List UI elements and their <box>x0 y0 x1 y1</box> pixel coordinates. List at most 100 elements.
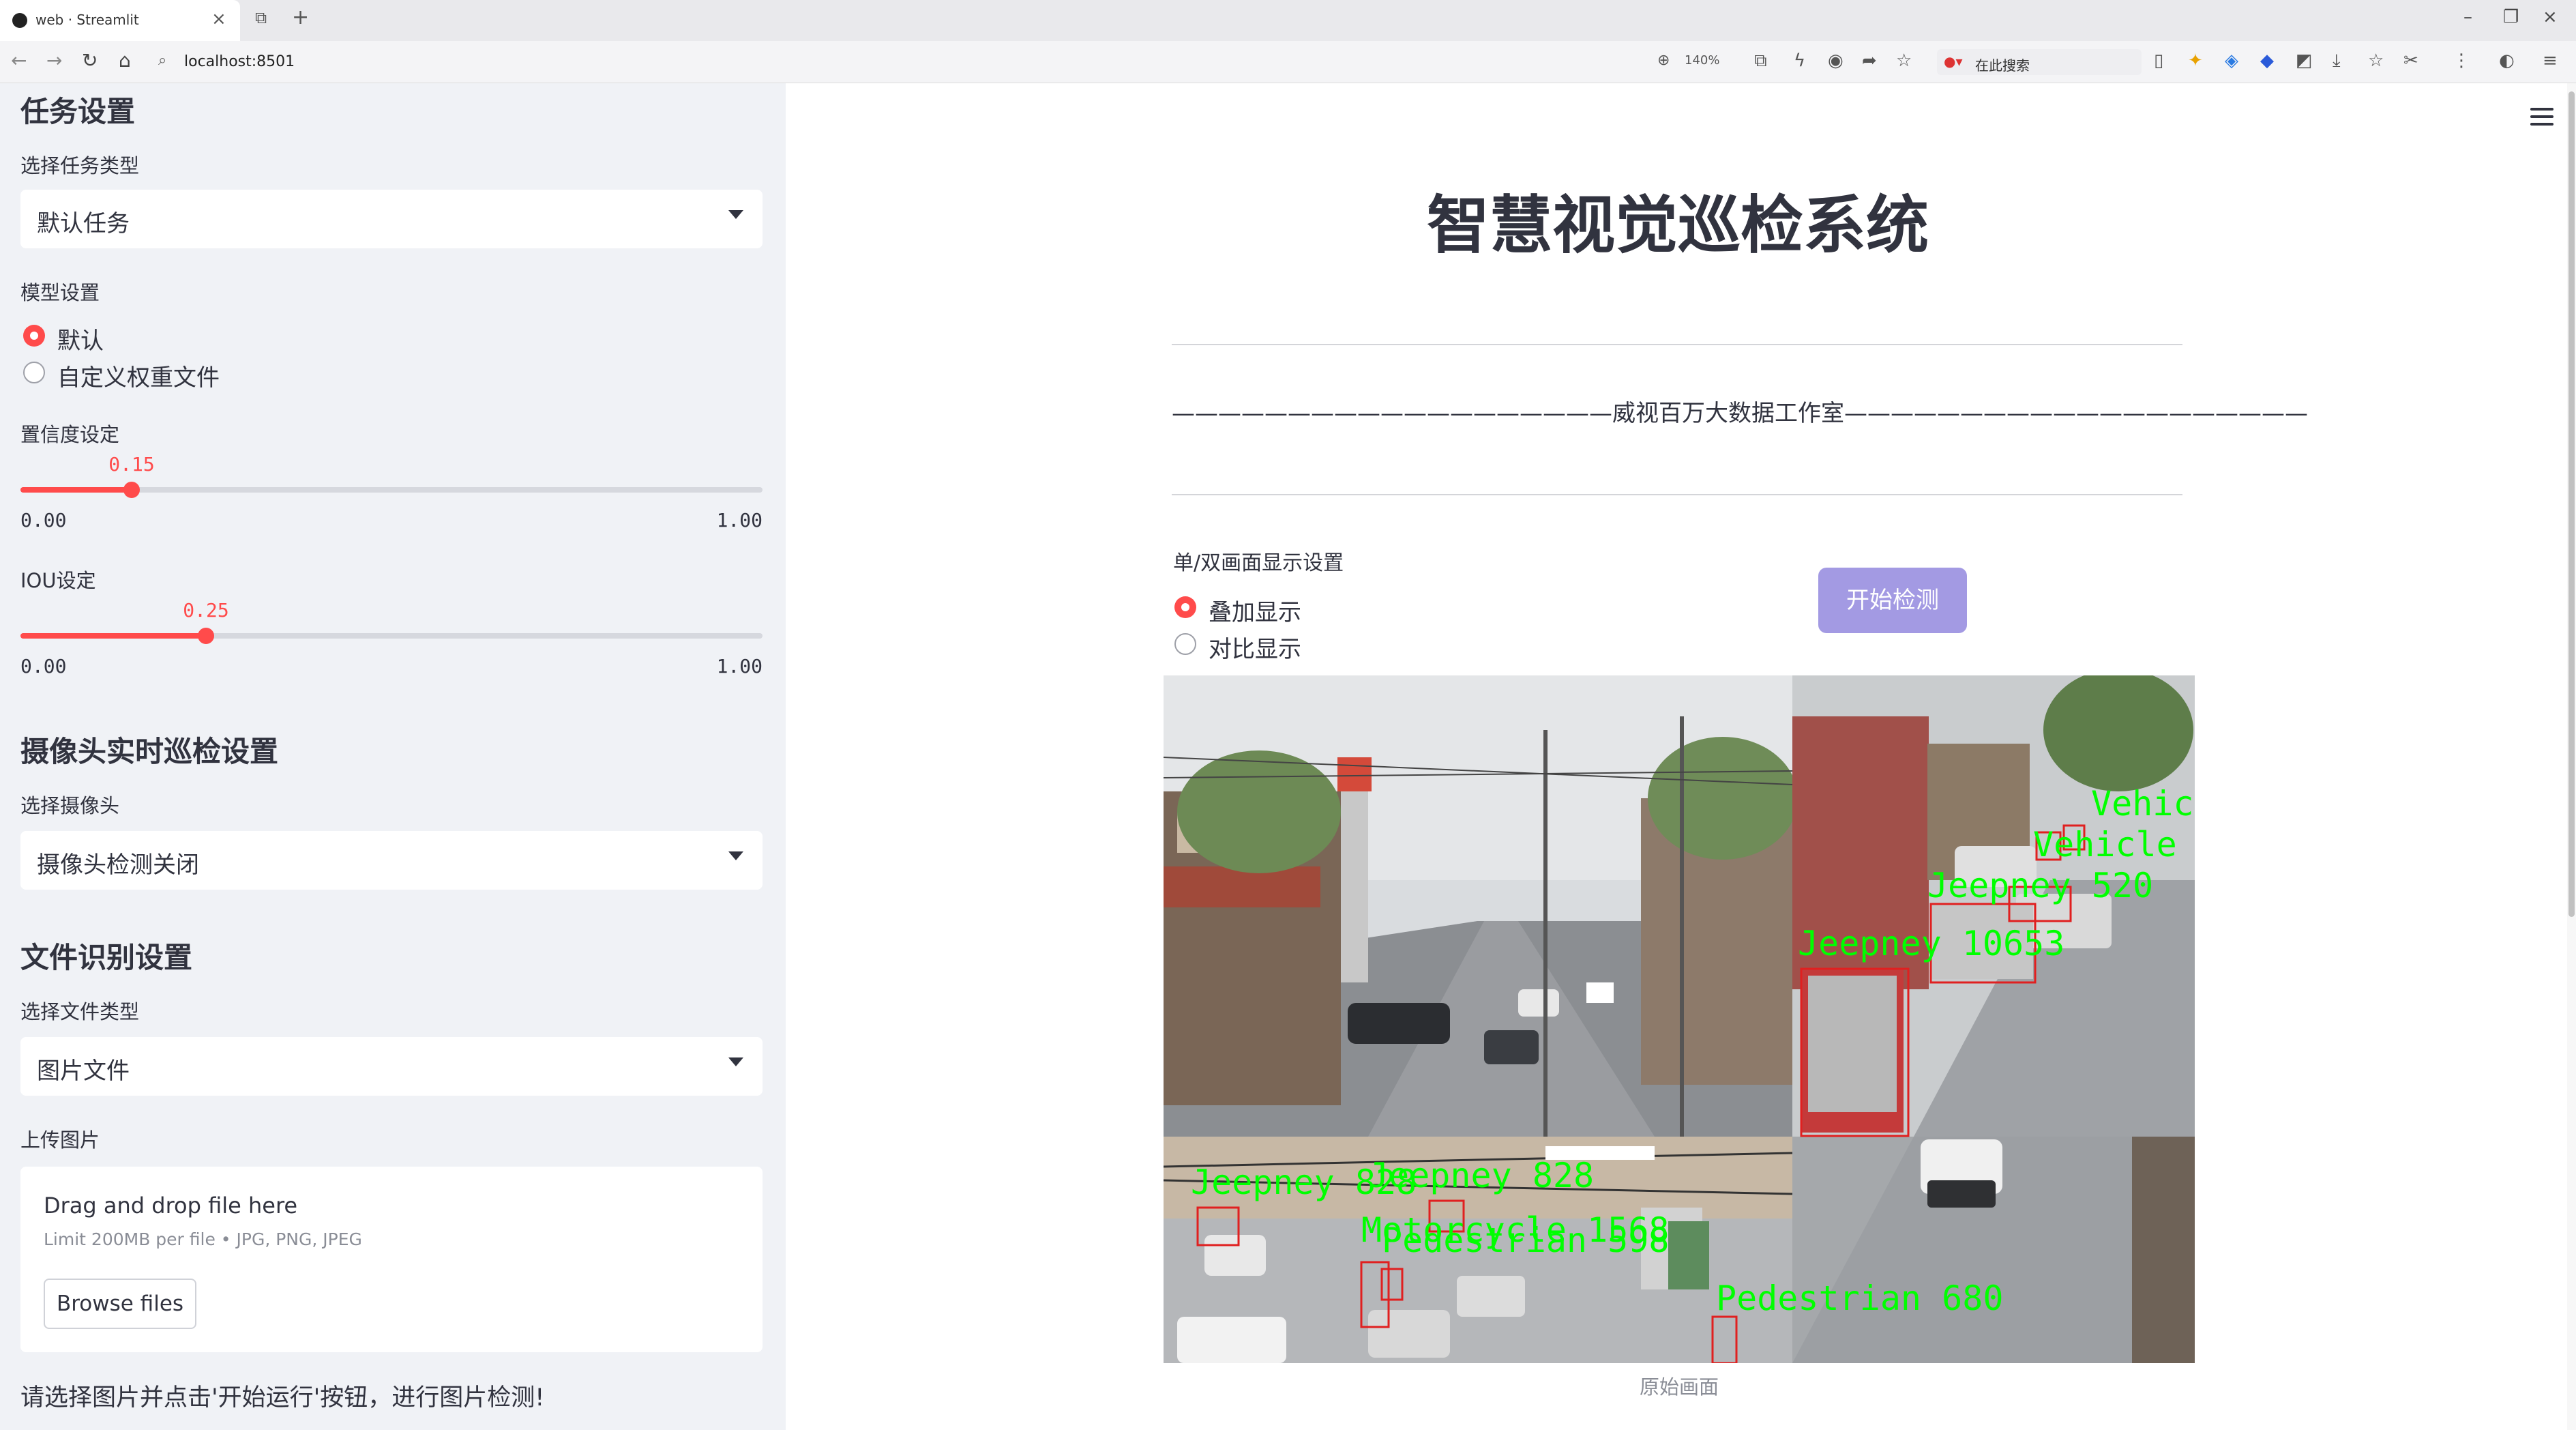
scrollbar[interactable] <box>2567 83 2576 1430</box>
slider-fill <box>20 487 132 493</box>
display-option-label: 叠加显示 <box>1209 599 1301 626</box>
back-icon[interactable]: ← <box>11 49 27 72</box>
browse-files-button[interactable]: Browse files <box>44 1279 196 1329</box>
detection-label: Jeepney 520 <box>1927 866 2153 905</box>
browser-tab[interactable]: web · Streamlit × <box>0 0 240 41</box>
tools-icon[interactable]: ✂ <box>2403 50 2418 71</box>
browser-tab-bar: web · Streamlit × ⧉ + – ❐ × <box>0 0 2576 41</box>
detection-label: Jeepney 828 <box>1368 1156 1594 1195</box>
download-icon[interactable]: ⤓ <box>2333 50 2341 72</box>
bookmarks-icon[interactable]: ☆ <box>2368 50 2384 71</box>
chevron-down-icon <box>728 210 743 219</box>
page-title: 智慧视觉巡检系统 <box>1426 189 1929 262</box>
page-info-icon[interactable]: ⌕ <box>158 52 166 69</box>
image-caption: 原始画面 <box>1639 1375 1719 1399</box>
slider-max: 1.00 <box>716 509 763 531</box>
extension-3-icon[interactable]: ◆ <box>2260 50 2274 71</box>
slider-max: 1.00 <box>716 655 763 677</box>
file-section-title: 文件识别设置 <box>20 941 193 974</box>
url-text[interactable]: localhost:8501 <box>184 53 295 70</box>
search-engine-icon[interactable]: ●▾ <box>1944 53 1963 70</box>
display-mode-label: 单/双画面显示设置 <box>1173 551 1344 575</box>
slider-fill <box>20 633 206 639</box>
translate-icon[interactable]: ⧉ <box>1754 50 1767 72</box>
zoom-icon[interactable]: ⊕ <box>1657 52 1670 69</box>
detection-label: Vehicle <box>2033 825 2177 864</box>
restore-icon[interactable]: ❐ <box>2503 7 2519 27</box>
task-type-label: 选择任务类型 <box>20 154 140 177</box>
model-label: 模型设置 <box>20 281 100 304</box>
slider-min: 0.00 <box>20 655 67 677</box>
detection-label: Vehicle <box>2091 784 2195 823</box>
upload-limit-text: Limit 200MB per file • JPG, PNG, JPEG <box>44 1229 362 1249</box>
task-type-value: 默认任务 <box>37 210 130 237</box>
close-window-icon[interactable]: × <box>2543 7 2558 27</box>
start-detection-button[interactable]: 开始检测 <box>1818 568 1967 633</box>
iou-slider[interactable]: 0.25 0.00 1.00 <box>20 599 763 677</box>
detection-label: Pedestrian 598 <box>1382 1221 1669 1260</box>
favorite-icon[interactable]: ☆ <box>1896 50 1912 71</box>
hamburger-menu-icon[interactable] <box>2530 108 2555 127</box>
studio-line: ———————————————————威视百万大数据工作室———————————… <box>1172 400 2308 427</box>
upload-label: 上传图片 <box>20 1128 100 1152</box>
camera-label: 选择摄像头 <box>20 794 120 817</box>
camera-select[interactable]: 摄像头检测关闭 <box>20 831 763 890</box>
confidence-label: 置信度设定 <box>20 423 120 446</box>
more-menu-icon[interactable]: ⋮ <box>2453 50 2470 71</box>
tab-title: web · Streamlit <box>35 12 139 28</box>
extension-2-icon[interactable]: ◈ <box>2225 50 2238 71</box>
task-type-select[interactable]: 默认任务 <box>20 190 763 248</box>
detection-label: Jeepney 10653 <box>1798 924 2064 963</box>
lightning-icon[interactable]: ϟ <box>1794 50 1805 71</box>
street-scene-image: Jeepney 10653 Jeepney 520 Vehicle Vehicl… <box>1164 675 2195 1363</box>
task-section-title: 任务设置 <box>20 95 136 128</box>
scrollbar-thumb[interactable] <box>2568 91 2575 917</box>
capture-icon[interactable]: ◉ <box>1828 50 1844 71</box>
file-uploader-dropzone[interactable]: Drag and drop file here Limit 200MB per … <box>20 1167 763 1352</box>
share-icon[interactable]: ➦ <box>1862 50 1877 71</box>
new-tab-icon[interactable]: + <box>292 5 309 29</box>
url-field[interactable] <box>150 48 2073 76</box>
search-input[interactable]: ●▾ 在此搜索 <box>1937 49 2142 75</box>
camera-value: 摄像头检测关闭 <box>37 851 199 879</box>
slider-thumb[interactable] <box>198 628 214 644</box>
radio-selected-icon[interactable] <box>23 325 45 347</box>
file-type-value: 图片文件 <box>37 1057 130 1085</box>
detection-image: Jeepney 10653 Jeepney 520 Vehicle Vehicl… <box>1164 675 2195 1363</box>
reader-icon[interactable]: ▯ <box>2154 50 2163 71</box>
camera-section-title: 摄像头实时巡检设置 <box>20 735 279 768</box>
home-icon[interactable]: ⌂ <box>119 49 131 72</box>
streamlit-favicon-icon <box>12 13 27 28</box>
forward-icon[interactable]: → <box>46 49 62 72</box>
reload-icon[interactable]: ↻ <box>82 49 98 72</box>
search-placeholder: 在此搜索 <box>1975 57 2030 74</box>
browser-menu-icon[interactable]: ≡ <box>2543 50 2558 71</box>
radio-unselected-icon[interactable] <box>1174 633 1196 655</box>
chevron-down-icon <box>728 851 743 860</box>
extension-icon[interactable]: ✦ <box>2188 50 2203 71</box>
file-type-label: 选择文件类型 <box>20 1000 140 1023</box>
sidebar-note: 请选择图片并点击'开始运行'按钮，进行图片检测! <box>20 1384 545 1412</box>
chevron-down-icon <box>728 1057 743 1066</box>
profile-avatar-icon[interactable]: ◐ <box>2499 50 2515 71</box>
detection-label: Pedestrian 680 <box>1716 1279 2003 1318</box>
zoom-level[interactable]: 140% <box>1685 53 1719 68</box>
radio-unselected-icon[interactable] <box>23 362 45 383</box>
extension-4-icon[interactable]: ◩ <box>2296 50 2313 71</box>
tab-list-icon[interactable]: ⧉ <box>255 8 267 27</box>
slider-value: 0.15 <box>108 453 155 476</box>
file-type-select[interactable]: 图片文件 <box>20 1037 763 1096</box>
drag-drop-text: Drag and drop file here <box>44 1193 298 1219</box>
divider <box>1172 494 2182 495</box>
divider <box>1172 344 2182 345</box>
address-bar: ← → ↻ ⌂ ⌕ localhost:8501 140% ⊕ ⧉ ϟ ◉ ➦ … <box>0 41 2576 83</box>
model-option-label: 默认 <box>57 327 104 355</box>
display-option-label: 对比显示 <box>1209 636 1301 663</box>
radio-selected-icon[interactable] <box>1174 596 1196 618</box>
minimize-icon[interactable]: – <box>2463 7 2472 27</box>
close-tab-icon[interactable]: × <box>211 9 226 29</box>
slider-thumb[interactable] <box>123 482 140 498</box>
slider-min: 0.00 <box>20 509 67 531</box>
slider-value: 0.25 <box>183 599 229 622</box>
confidence-slider[interactable]: 0.15 0.00 1.00 <box>20 453 763 531</box>
